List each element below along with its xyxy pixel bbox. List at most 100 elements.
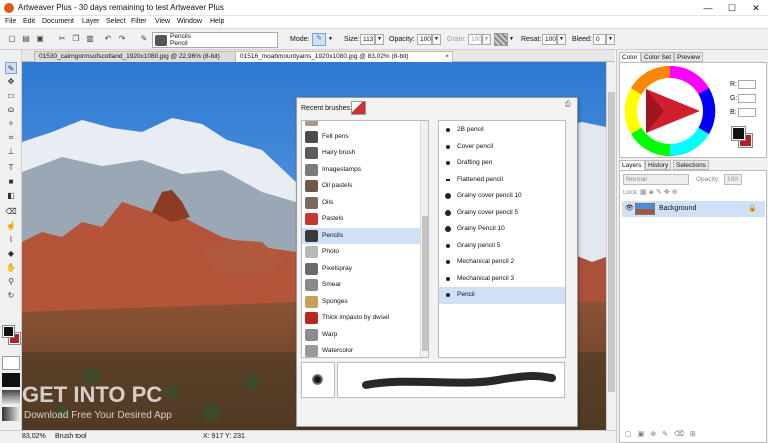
foreground-color-swatch[interactable]	[2, 325, 15, 338]
brush-category-item[interactable]: Sponges	[302, 294, 420, 311]
opacity-input[interactable]: 100	[417, 34, 432, 45]
visibility-eye-icon[interactable]: 👁	[625, 204, 634, 212]
brush-category-item[interactable]: Oils	[302, 195, 420, 212]
brush-variant-item[interactable]: Grainy cover pencil 5	[439, 205, 565, 222]
resat-input[interactable]: 100	[542, 34, 557, 45]
paste-icon[interactable]: ▥	[84, 33, 96, 45]
panel-foreground-swatch[interactable]	[731, 126, 746, 141]
maximize-button[interactable]: ☐	[720, 0, 744, 16]
grain-input[interactable]: 100	[468, 34, 482, 45]
brush-variant-item[interactable]: Grainy Pencil 10	[439, 221, 565, 238]
magic-wand-icon[interactable]: ✧	[5, 118, 17, 130]
zoom-tool-icon[interactable]: ⚲	[5, 276, 17, 288]
canvas-vertical-scrollbar[interactable]	[606, 62, 616, 430]
brush-category-item[interactable]: Thick impasto by dwsel	[302, 310, 420, 327]
gradient-swatch[interactable]	[2, 407, 20, 421]
color-wheel[interactable]	[624, 65, 716, 157]
channel-b-input[interactable]	[738, 108, 756, 117]
lasso-icon[interactable]: ɷ	[5, 104, 17, 116]
save-icon[interactable]: ▣	[34, 33, 46, 45]
tab-moab[interactable]: 01516_moabmountyains_1920x1080.jpg @ 83,…	[235, 51, 453, 62]
paint-bucket-icon[interactable]: ◆	[5, 248, 17, 260]
tab-color-set[interactable]: Color Set	[641, 52, 675, 62]
brush-category-item[interactable]: Watercolor	[302, 343, 420, 357]
gradient-icon[interactable]: ◧	[5, 190, 17, 202]
menu-filter[interactable]: Filter	[131, 18, 147, 25]
brush-variant-item[interactable]: Drafting pen	[439, 155, 565, 172]
redo-icon[interactable]: ↷	[116, 33, 128, 45]
brush-variant-item[interactable]: Mechanical pencil 3	[439, 271, 565, 288]
paper-swatch-1[interactable]	[2, 373, 20, 387]
crop-icon[interactable]: ⌗	[5, 132, 17, 144]
layer-row-background[interactable]: 👁 Background 🔒	[622, 201, 765, 217]
brush-tool-icon[interactable]: ✎	[5, 62, 17, 74]
tab-cairngorms[interactable]: 01530_cairngormsofscotland_1920x1080.jpg…	[34, 51, 248, 62]
tab-layers[interactable]: Layers	[619, 160, 645, 170]
paper-texture-icon[interactable]	[494, 33, 508, 46]
brush-category-item[interactable]: Pencils	[302, 227, 420, 244]
brush-preset-icon[interactable]: ✎	[138, 33, 150, 45]
brush-category-item[interactable]: Pastels	[302, 211, 420, 228]
grain-dropdown-icon[interactable]: ▼	[482, 34, 491, 45]
menu-layer[interactable]: Layer	[82, 18, 100, 25]
tab-color[interactable]: Color	[619, 52, 641, 62]
scroll-thumb[interactable]	[608, 92, 615, 392]
channel-g-input[interactable]	[738, 94, 756, 103]
brush-variant-item[interactable]: Mechanical pencil 2	[439, 254, 565, 271]
brush-category-item[interactable]: Felt pens	[302, 129, 420, 146]
stamp-icon[interactable]: ⊥	[5, 146, 17, 158]
shape-tool-icon[interactable]: ■	[5, 176, 17, 188]
size-input[interactable]: 113	[360, 34, 375, 45]
close-window-button[interactable]: ✕	[744, 0, 768, 16]
brush-variant-item[interactable]: 2B pencil	[439, 122, 565, 139]
size-dropdown-icon[interactable]: ▼	[375, 34, 384, 45]
undo-icon[interactable]: ↶	[102, 33, 114, 45]
menu-view[interactable]: View	[155, 18, 170, 25]
tab-close-icon[interactable]: ×	[445, 52, 449, 62]
lock-icons[interactable]: ▦◈✎✥⊕	[640, 188, 700, 198]
bleed-dropdown-icon[interactable]: ▼	[606, 34, 615, 45]
blend-mode-select[interactable]: Normal	[623, 174, 689, 185]
opacity-dropdown-icon[interactable]: ▼	[432, 34, 441, 45]
new-document-icon[interactable]: ▢	[6, 33, 18, 45]
popup-menu-icon[interactable]: ⎙	[565, 101, 571, 109]
move-tool-icon[interactable]: ✥	[5, 76, 17, 88]
copy-icon[interactable]: ❐	[70, 33, 82, 45]
eraser-icon[interactable]: ⌫	[5, 206, 17, 218]
mode-brush-icon[interactable]: ✎	[312, 33, 326, 46]
resat-dropdown-icon[interactable]: ▼	[557, 34, 566, 45]
paper-dropdown-icon[interactable]: ▼	[509, 33, 515, 46]
brush-category-item[interactable]: Warp	[302, 327, 420, 344]
brush-variant-item[interactable]: Grainy cover pencil 10	[439, 188, 565, 205]
cut-icon[interactable]: ✂	[56, 33, 68, 45]
menu-help[interactable]: Help	[210, 18, 224, 25]
brush-variant-item[interactable]: Flattened pencil	[439, 172, 565, 189]
brush-category-item[interactable]: Pixelspray	[302, 261, 420, 278]
eyedropper-icon[interactable]: ⌇	[5, 234, 17, 246]
tab-history[interactable]: History	[645, 160, 672, 170]
brush-category-item[interactable]: Imagestamps	[302, 162, 420, 179]
bleed-input[interactable]: 0	[593, 34, 606, 45]
mode-dropdown-arrow-icon[interactable]: ▼	[328, 33, 335, 46]
brush-category-item[interactable]: Smear	[302, 277, 420, 294]
brush-preview-icon[interactable]	[2, 356, 20, 370]
brush-category-item[interactable]: Hairy brush	[302, 145, 420, 162]
category-scrollbar[interactable]	[420, 121, 428, 357]
menu-document[interactable]: Document	[42, 18, 74, 25]
layer-opacity-input[interactable]: 100	[724, 174, 742, 185]
paper-swatch-2[interactable]	[2, 390, 20, 404]
brush-category-item[interactable]: Oil pastels	[302, 178, 420, 195]
brush-variant-item[interactable]: Grainy pencil 5	[439, 238, 565, 255]
open-folder-icon[interactable]: ▤	[20, 33, 32, 45]
tab-preview[interactable]: Preview	[674, 52, 704, 62]
menu-window[interactable]: Window	[177, 18, 202, 25]
minimize-button[interactable]: —	[696, 0, 720, 16]
menu-select[interactable]: Select	[106, 18, 125, 25]
hand-tool-icon[interactable]: ✋	[5, 262, 17, 274]
menu-edit[interactable]: Edit	[23, 18, 35, 25]
scroll-thumb[interactable]	[422, 216, 428, 351]
brush-selector[interactable]: Pencils Pencil	[152, 32, 278, 48]
rectangle-select-icon[interactable]: ▭	[5, 90, 17, 102]
channel-r-input[interactable]	[738, 80, 756, 89]
text-tool-icon[interactable]: T	[5, 162, 17, 174]
